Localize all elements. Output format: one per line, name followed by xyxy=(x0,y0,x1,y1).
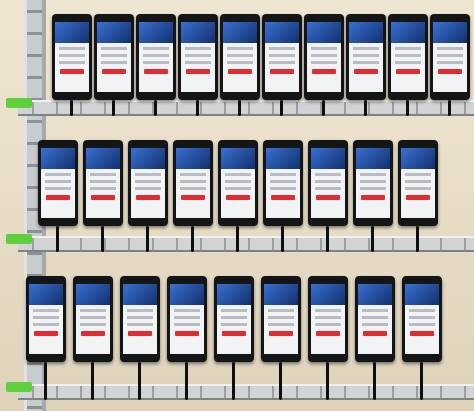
phone-screen xyxy=(307,22,341,92)
phone-device xyxy=(308,140,348,226)
phone-device xyxy=(178,14,218,100)
shelf-clip xyxy=(6,382,32,392)
phone-screen xyxy=(311,148,345,218)
phone-screen xyxy=(391,22,425,92)
phone-device xyxy=(173,140,213,226)
phone-screen xyxy=(349,22,383,92)
phone-device xyxy=(120,276,160,362)
charging-cable xyxy=(448,100,451,116)
phone-screen xyxy=(311,284,345,354)
charging-cable xyxy=(279,362,282,400)
charging-cable xyxy=(56,226,59,252)
charging-cable xyxy=(101,226,104,252)
phone-screen xyxy=(139,22,173,92)
charging-cable xyxy=(232,362,235,400)
charging-cable xyxy=(238,100,241,116)
charging-cable xyxy=(185,362,188,400)
phone-device xyxy=(402,276,442,362)
charging-cable xyxy=(146,226,149,252)
charging-cable xyxy=(326,226,329,252)
phone-device xyxy=(38,140,78,226)
phone-screen xyxy=(181,22,215,92)
phone-device xyxy=(263,140,303,226)
phone-device xyxy=(262,14,302,100)
phone-screen xyxy=(358,284,392,354)
phone-device xyxy=(304,14,344,100)
shelf-rail xyxy=(18,384,474,400)
charging-cable xyxy=(138,362,141,400)
phone-screen xyxy=(76,284,110,354)
phone-device xyxy=(355,276,395,362)
charging-cable xyxy=(44,362,47,400)
phone-device xyxy=(220,14,260,100)
charging-cable xyxy=(371,226,374,252)
phone-screen xyxy=(97,22,131,92)
charging-cable xyxy=(416,226,419,252)
charging-cable xyxy=(373,362,376,400)
photo-phone-rack xyxy=(0,0,474,411)
phone-device xyxy=(214,276,254,362)
charging-cable xyxy=(70,100,73,116)
phone-screen xyxy=(41,148,75,218)
phone-device xyxy=(308,276,348,362)
charging-cable xyxy=(364,100,367,116)
shelf-clip xyxy=(6,234,32,244)
charging-cable xyxy=(420,362,423,400)
phone-screen xyxy=(433,22,467,92)
charging-cable xyxy=(196,100,199,116)
phone-device xyxy=(430,14,470,100)
charging-cable xyxy=(326,362,329,400)
phone-device xyxy=(353,140,393,226)
phone-device xyxy=(26,276,66,362)
phone-screen xyxy=(223,22,257,92)
phone-device xyxy=(398,140,438,226)
phone-screen xyxy=(131,148,165,218)
phone-device xyxy=(261,276,301,362)
phone-screen xyxy=(55,22,89,92)
phone-device xyxy=(167,276,207,362)
phone-screen xyxy=(265,22,299,92)
phone-device xyxy=(218,140,258,226)
phone-screen xyxy=(29,284,63,354)
phone-screen xyxy=(170,284,204,354)
charging-cable xyxy=(191,226,194,252)
phone-screen xyxy=(264,284,298,354)
phone-device xyxy=(83,140,123,226)
charging-cable xyxy=(322,100,325,116)
phone-screen xyxy=(401,148,435,218)
phone-screen xyxy=(266,148,300,218)
charging-cable xyxy=(112,100,115,116)
phone-device xyxy=(346,14,386,100)
phone-device xyxy=(388,14,428,100)
phone-screen xyxy=(356,148,390,218)
phone-screen xyxy=(217,284,251,354)
phone-device xyxy=(128,140,168,226)
phone-device xyxy=(136,14,176,100)
phone-screen xyxy=(123,284,157,354)
phone-device xyxy=(73,276,113,362)
phone-device xyxy=(52,14,92,100)
charging-cable xyxy=(281,226,284,252)
charging-cable xyxy=(280,100,283,116)
shelf-clip xyxy=(6,98,32,108)
charging-cable xyxy=(406,100,409,116)
shelf-rail xyxy=(18,236,474,252)
charging-cable xyxy=(91,362,94,400)
phone-screen xyxy=(86,148,120,218)
phone-device xyxy=(94,14,134,100)
phone-screen xyxy=(221,148,255,218)
phone-screen xyxy=(405,284,439,354)
charging-cable xyxy=(154,100,157,116)
phone-screen xyxy=(176,148,210,218)
charging-cable xyxy=(236,226,239,252)
